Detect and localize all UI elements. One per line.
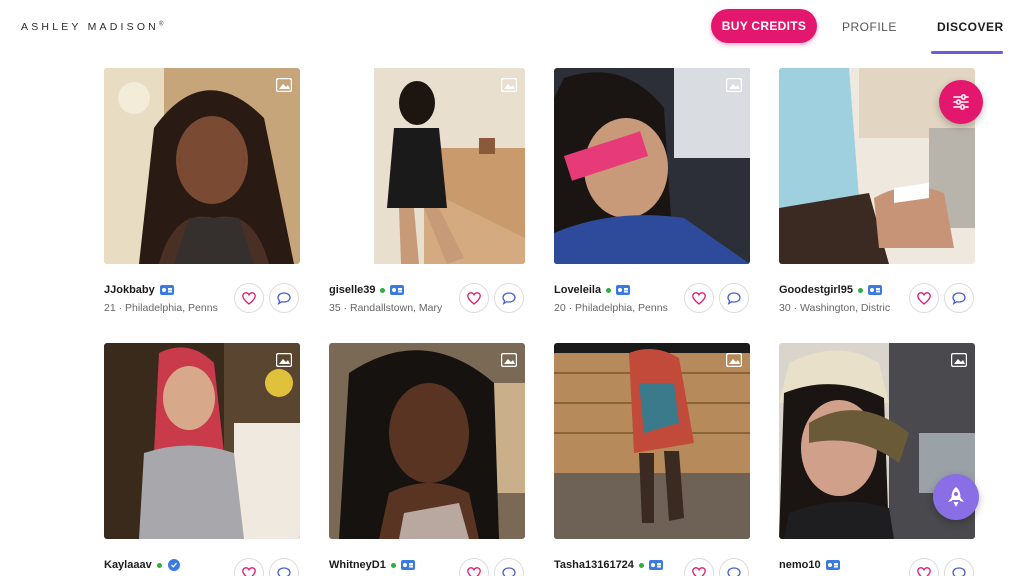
boost-button[interactable] xyxy=(933,474,979,520)
photo-gallery-icon xyxy=(951,353,967,367)
chat-bubble-icon xyxy=(952,291,966,305)
photo-gallery-icon xyxy=(501,78,517,92)
chat-bubble-icon xyxy=(952,566,966,576)
buy-credits-button[interactable]: BUY CREDITS xyxy=(711,9,817,43)
chat-bubble-icon xyxy=(727,566,741,576)
profile-username[interactable]: giselle39 xyxy=(329,284,375,296)
heart-icon xyxy=(692,291,706,305)
profile-meta: nemo10 xyxy=(779,558,975,576)
photo-gallery-icon xyxy=(501,353,517,367)
ashley-madison-logo[interactable]: ASHLEY MADISON® xyxy=(21,21,163,33)
profile-meta: WhitneyD1 xyxy=(329,558,525,576)
id-verified-badge-icon xyxy=(867,285,882,295)
id-verified-badge-icon xyxy=(616,285,631,295)
message-button[interactable] xyxy=(269,283,299,313)
rocket-icon xyxy=(948,487,964,507)
profile-photo[interactable] xyxy=(329,343,525,539)
message-button[interactable] xyxy=(944,558,974,576)
message-button[interactable] xyxy=(719,558,749,576)
chat-bubble-icon xyxy=(502,291,516,305)
profile-username[interactable]: nemo10 xyxy=(779,559,821,571)
chat-bubble-icon xyxy=(277,291,291,305)
profile-age-location: 30 · Washington, Distric xyxy=(779,302,891,314)
profile-username[interactable]: Loveleila xyxy=(554,284,601,296)
profile-age-location: 20 · Philadelphia, Penns xyxy=(554,302,668,314)
message-button[interactable] xyxy=(494,558,524,576)
online-status-dot xyxy=(606,287,612,293)
nav-profile-link[interactable]: PROFILE xyxy=(842,20,897,34)
heart-icon xyxy=(917,566,931,576)
photo-gallery-icon xyxy=(726,353,742,367)
like-button[interactable] xyxy=(234,558,264,576)
like-button[interactable] xyxy=(684,558,714,576)
id-verified-badge-icon xyxy=(825,560,840,570)
heart-icon xyxy=(467,566,481,576)
like-button[interactable] xyxy=(459,558,489,576)
sliders-icon xyxy=(953,94,969,110)
chat-bubble-icon xyxy=(277,566,291,576)
verified-check-icon xyxy=(167,559,180,571)
profile-username[interactable]: Goodestgirl95 xyxy=(779,284,853,296)
nav-discover-link[interactable]: DISCOVER xyxy=(937,20,1004,34)
active-tab-underline xyxy=(931,51,1003,54)
message-button[interactable] xyxy=(719,283,749,313)
profile-username[interactable]: Tasha13161724 xyxy=(554,559,634,571)
profile-photo[interactable] xyxy=(554,68,750,264)
profile-meta: Tasha13161724 xyxy=(554,558,750,576)
heart-icon xyxy=(692,566,706,576)
like-button[interactable] xyxy=(909,558,939,576)
online-status-dot xyxy=(638,562,644,568)
message-button[interactable] xyxy=(269,558,299,576)
profile-username[interactable]: Kaylaaav xyxy=(104,559,152,571)
profile-age-location: 21 · Philadelphia, Penns xyxy=(104,302,218,314)
profile-photo[interactable] xyxy=(329,68,525,264)
photo-gallery-icon xyxy=(726,78,742,92)
chat-bubble-icon xyxy=(502,566,516,576)
top-header: ASHLEY MADISON® BUY CREDITS PROFILE DISC… xyxy=(0,0,1024,56)
id-verified-badge-icon xyxy=(390,285,405,295)
profile-age-location: 35 · Randallstown, Mary xyxy=(329,302,443,314)
like-button[interactable] xyxy=(684,283,714,313)
message-button[interactable] xyxy=(494,283,524,313)
like-button[interactable] xyxy=(234,283,264,313)
online-status-dot xyxy=(857,287,863,293)
profile-username[interactable]: WhitneyD1 xyxy=(329,559,386,571)
heart-icon xyxy=(242,291,256,305)
profile-photo[interactable] xyxy=(104,343,300,539)
profile-meta: Kaylaaav xyxy=(104,558,300,576)
message-button[interactable] xyxy=(944,283,974,313)
profile-photo[interactable] xyxy=(104,68,300,264)
profile-meta: Goodestgirl95 30 · Washington, Distric xyxy=(779,283,975,324)
heart-icon xyxy=(467,291,481,305)
profile-meta: Loveleila 20 · Philadelphia, Penns xyxy=(554,283,750,324)
id-verified-badge-icon xyxy=(159,285,174,295)
profile-meta: giselle39 35 · Randallstown, Mary xyxy=(329,283,525,324)
like-button[interactable] xyxy=(459,283,489,313)
online-status-dot xyxy=(156,562,162,568)
profile-photo[interactable] xyxy=(554,343,750,539)
heart-icon xyxy=(242,566,256,576)
id-verified-badge-icon xyxy=(648,560,663,570)
profile-username[interactable]: JJokbaby xyxy=(104,284,155,296)
like-button[interactable] xyxy=(909,283,939,313)
online-status-dot xyxy=(390,562,396,568)
chat-bubble-icon xyxy=(727,291,741,305)
photo-gallery-icon xyxy=(276,353,292,367)
photo-gallery-icon xyxy=(276,78,292,92)
id-verified-badge-icon xyxy=(400,560,415,570)
filter-button[interactable] xyxy=(939,80,983,124)
heart-icon xyxy=(917,291,931,305)
online-status-dot xyxy=(380,287,386,293)
profile-meta: JJokbaby 21 · Philadelphia, Penns xyxy=(104,283,300,324)
